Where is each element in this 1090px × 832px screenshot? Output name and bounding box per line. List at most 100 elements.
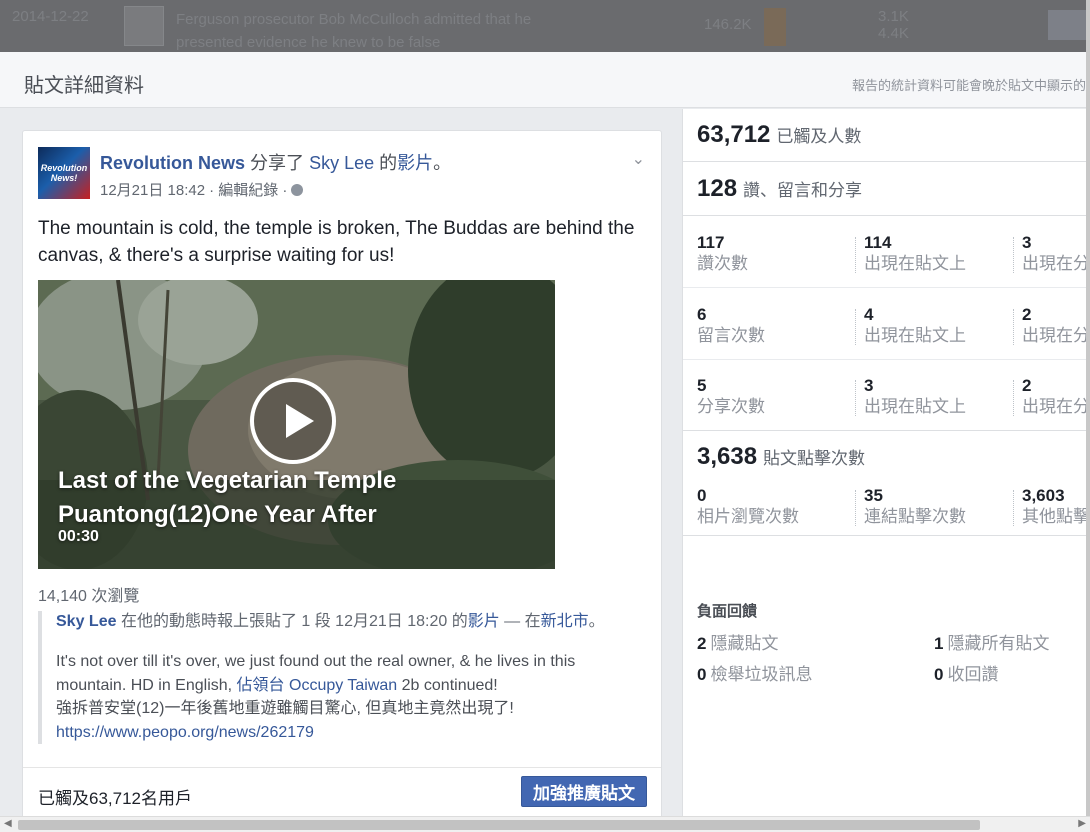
shared-post-header: Sky Lee 在他的動態時報上張貼了 1 段 12月21日 18:20 的影片… bbox=[56, 611, 648, 633]
likes-on-shares-label: 出現在分享上 bbox=[1022, 254, 1086, 273]
likes-total: 117 讚次數 bbox=[697, 233, 748, 275]
hide-all-label: 隱藏所有貼文 bbox=[947, 634, 1050, 653]
background-text: Ferguson prosecutor Bob McCulloch admitt… bbox=[176, 11, 532, 51]
video-duration: 00:30 bbox=[58, 528, 99, 545]
comments-on-post-number: 4 bbox=[864, 305, 874, 324]
dialog-header: 貼文詳細資料 報告的統計資料可能會晚於貼文中顯示的 bbox=[0, 52, 1086, 108]
vertical-scrollbar[interactable] bbox=[1086, 0, 1090, 816]
report-spam-stat: 0 檢舉垃圾訊息 bbox=[697, 660, 812, 685]
divider bbox=[683, 535, 1086, 536]
likes-on-shares: 3 出現在分享上 bbox=[1022, 233, 1086, 275]
post-card: Revolution News! Revolution News 分享了 Sky… bbox=[22, 130, 662, 820]
boost-post-button[interactable]: 加強推廣貼文 bbox=[521, 776, 647, 807]
dialog-note: 報告的統計資料可能會晚於貼文中顯示的 bbox=[851, 78, 1086, 93]
shared-body-text-2: 2b continued! bbox=[401, 676, 498, 694]
shares-on-post-number: 3 bbox=[864, 376, 874, 395]
likes-total-number: 117 bbox=[697, 233, 725, 252]
page-name-link[interactable]: Revolution News bbox=[100, 153, 245, 173]
background-post-row: 2014-12-22 Ferguson prosecutor Bob McCul… bbox=[0, 0, 1090, 52]
post-timestamp[interactable]: 12月21日 18:42 bbox=[100, 179, 205, 200]
photo-views: 0 相片瀏覽次數 bbox=[697, 486, 799, 528]
comments-on-shares-number: 2 bbox=[1022, 305, 1032, 324]
dialog-title: 貼文詳細資料 bbox=[24, 75, 144, 97]
possessive: 的 bbox=[379, 153, 398, 173]
news-url-link[interactable]: https://www.peopo.org/news/262179 bbox=[56, 724, 314, 741]
shares-on-shares: 2 出現在分享上 bbox=[1022, 376, 1086, 418]
divider bbox=[683, 287, 1086, 288]
post-details-dialog: 貼文詳細資料 報告的統計資料可能會晚於貼文中顯示的 Revolution New… bbox=[0, 52, 1086, 820]
reach-label: 已觸及人數 bbox=[776, 127, 862, 146]
scroll-right-icon[interactable]: ▶ bbox=[1078, 818, 1086, 829]
comments-total-number: 6 bbox=[697, 305, 707, 324]
engagement-number: 128 bbox=[697, 175, 738, 202]
column-separator bbox=[855, 309, 856, 345]
column-separator bbox=[1013, 237, 1014, 273]
shared-post: Sky Lee 在他的動態時報上張貼了 1 段 12月21日 18:20 的影片… bbox=[38, 611, 648, 744]
divider bbox=[683, 161, 1086, 162]
hide-all-stat: 1 隱藏所有貼文 bbox=[934, 629, 1049, 654]
column-separator bbox=[855, 237, 856, 273]
shares-total: 5 分享次數 bbox=[697, 376, 765, 418]
other-clicks-number: 3,603 bbox=[1022, 486, 1065, 505]
background-reach: 146.2K bbox=[704, 16, 752, 33]
stats-panel: 63,712 已觸及人數 128 讚、留言和分享 117 讚次數 114 出現在貼文… bbox=[682, 109, 1086, 816]
hide-post-stat: 2 隱藏貼文 bbox=[697, 629, 778, 654]
edit-history-link[interactable]: · 編輯紀錄 · bbox=[209, 179, 287, 200]
likes-on-post-label: 出現在貼文上 bbox=[864, 254, 966, 273]
hide-post-number: 2 bbox=[697, 634, 707, 653]
globe-icon bbox=[291, 183, 304, 196]
video-title: Last of the Vegetarian Temple Puantong(1… bbox=[58, 467, 397, 528]
column-separator bbox=[1013, 309, 1014, 345]
shares-on-post: 3 出現在貼文上 bbox=[864, 376, 966, 418]
location-link[interactable]: 新北市 bbox=[541, 613, 589, 630]
scroll-left-icon[interactable]: ◀ bbox=[4, 818, 12, 829]
hide-post-label: 隱藏貼文 bbox=[710, 634, 779, 653]
play-icon[interactable] bbox=[250, 378, 336, 464]
shared-author-link[interactable]: Sky Lee bbox=[56, 613, 116, 630]
shares-total-label: 分享次數 bbox=[697, 397, 765, 416]
background-stat-a: 3.1K bbox=[878, 8, 909, 25]
post-text: The mountain is cold, the temple is brok… bbox=[38, 218, 635, 266]
chevron-down-icon[interactable]: ⌄ bbox=[632, 149, 645, 169]
clicks-number: 3,638 bbox=[697, 443, 758, 470]
shared-type-link[interactable]: 影片 bbox=[397, 153, 433, 173]
link-clicks-number: 35 bbox=[864, 486, 883, 505]
link-clicks: 35 連結點擊次數 bbox=[864, 486, 966, 528]
background-stats: 3.1K 4.4K bbox=[878, 8, 909, 42]
hide-all-number: 1 bbox=[934, 634, 944, 653]
page-avatar[interactable]: Revolution News! bbox=[38, 147, 90, 199]
shared-post-body: It's not over till it's over, we just fo… bbox=[56, 650, 648, 744]
post-meta: 12月21日 18:42 · 編輯紀錄 · bbox=[100, 179, 304, 200]
background-date: 2014-12-22 bbox=[12, 8, 89, 25]
shares-on-post-label: 出現在貼文上 bbox=[864, 397, 966, 416]
divider bbox=[683, 359, 1086, 360]
occupy-taiwan-link[interactable]: 佔領台 Occupy Taiwan bbox=[237, 677, 398, 694]
comments-on-post-label: 出現在貼文上 bbox=[864, 326, 966, 345]
shares-on-shares-number: 2 bbox=[1022, 376, 1032, 395]
link-clicks-label: 連結點擊次數 bbox=[864, 507, 966, 526]
comments-on-shares: 2 出現在分享上 bbox=[1022, 305, 1086, 347]
post-footer: 已觸及63,712名用戶 加強推廣貼文 bbox=[23, 767, 661, 819]
horizontal-scrollbar[interactable]: ◀ ▶ bbox=[0, 816, 1090, 832]
shared-action: 在他的動態時報上張貼了 1 段 12月21日 18:20 的 bbox=[120, 613, 468, 630]
video-player[interactable]: Last of the Vegetarian Temple Puantong(1… bbox=[38, 280, 555, 569]
shares-on-shares-label: 出現在分享上 bbox=[1022, 397, 1086, 416]
engagement-label: 讚、留言和分享 bbox=[743, 181, 863, 200]
shared-user-link[interactable]: Sky Lee bbox=[309, 153, 374, 173]
reach-number: 63,712 bbox=[697, 121, 771, 148]
report-spam-number: 0 bbox=[697, 665, 707, 684]
column-separator bbox=[1013, 490, 1014, 526]
report-spam-label: 檢舉垃圾訊息 bbox=[710, 665, 813, 684]
end-mark: 。 bbox=[433, 153, 452, 173]
likes-total-label: 讚次數 bbox=[697, 254, 748, 273]
background-button bbox=[1048, 10, 1088, 40]
shared-video-link[interactable]: 影片 bbox=[468, 613, 500, 630]
divider bbox=[683, 430, 1086, 431]
shared-word: 分享了 bbox=[250, 153, 305, 173]
shared-dash: — 在 bbox=[504, 613, 541, 630]
likes-on-post: 114 出現在貼文上 bbox=[864, 233, 966, 275]
clicks-stat: 3,638 貼文點擊次數 bbox=[697, 443, 865, 471]
shared-body-text-3: 強拆普安堂(12)一年後舊地重遊雖觸目驚心, 但真地主竟然出現了! bbox=[56, 700, 514, 717]
scrollbar-thumb[interactable] bbox=[18, 820, 980, 830]
divider bbox=[683, 215, 1086, 216]
